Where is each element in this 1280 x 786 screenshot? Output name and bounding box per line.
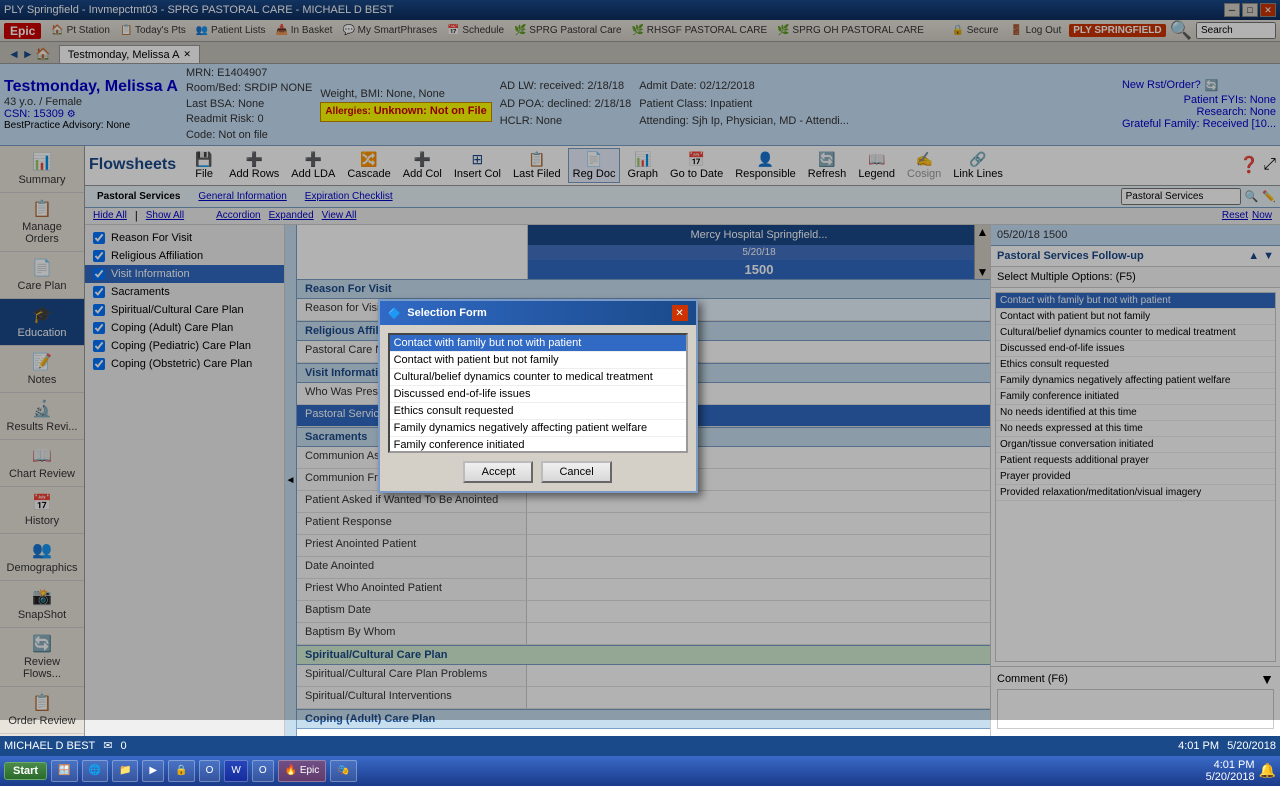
status-date: 5/20/2018 [1227,740,1276,752]
taskbar-explorer[interactable]: 📁 [112,760,138,782]
taskbar-other[interactable]: 🎭 [330,760,356,782]
modal-item-1[interactable]: Contact with patient but not family [390,352,686,369]
modal-item-5[interactable]: Family dynamics negatively affecting pat… [390,420,686,437]
taskbar-media[interactable]: ▶ [142,760,164,782]
taskbar: Start 🪟 🌐 📁 ▶ 🔒 O W O 🔥 Epic 🎭 4:01 PM 5… [0,756,1280,786]
modal-titlebar: 🔷 Selection Form ✕ [380,301,696,325]
modal-list: Contact with family but not with patient… [388,333,688,453]
modal-item-4[interactable]: Ethics consult requested [390,403,686,420]
modal-close-btn[interactable]: ✕ [672,305,688,321]
selection-form-modal: 🔷 Selection Form ✕ Contact with family b… [378,299,698,493]
sidebar-week[interactable]: 📅 Week at a Gla... [0,734,84,736]
modal-item-2[interactable]: Cultural/belief dynamics counter to medi… [390,369,686,386]
modal-cancel-btn[interactable]: Cancel [541,461,611,483]
taskbar-lock[interactable]: 🔒 [168,760,194,782]
status-time: 4:01 PM [1178,740,1219,752]
modal-accept-btn[interactable]: Accept [463,461,533,483]
taskbar-outlook2[interactable]: O [252,760,274,782]
modal-item-6[interactable]: Family conference initiated [390,437,686,453]
taskbar-clock: 4:01 PM 5/20/2018 🔔 [1206,759,1276,783]
modal-overlay: 🔷 Selection Form ✕ Contact with family b… [0,0,1280,720]
status-message-icon: ✉ [103,739,112,752]
modal-title: Selection Form [407,307,486,319]
status-user: MICHAEL D BEST [4,740,95,752]
modal-item-3[interactable]: Discussed end-of-life issues [390,386,686,403]
start-button[interactable]: Start [4,762,47,780]
taskbar-epic-app[interactable]: 🔥 Epic [278,760,327,782]
status-bar: MICHAEL D BEST ✉ 0 4:01 PM 5/20/2018 [0,736,1280,756]
taskbar-outlook[interactable]: O [199,760,221,782]
modal-icon: 🔷 [388,307,402,320]
notifications-icon[interactable]: 🔔 [1259,762,1276,779]
taskbar-time: 4:01 PM [1206,759,1255,771]
status-message-count: 0 [121,740,127,752]
taskbar-word[interactable]: W [224,760,247,782]
taskbar-date: 5/20/2018 [1206,771,1255,783]
modal-body: Contact with family but not with patient… [380,325,696,491]
taskbar-ie[interactable]: 🌐 [82,760,108,782]
modal-buttons: Accept Cancel [388,461,688,483]
modal-item-0[interactable]: Contact with family but not with patient [390,335,686,352]
taskbar-windows[interactable]: 🪟 [51,760,77,782]
